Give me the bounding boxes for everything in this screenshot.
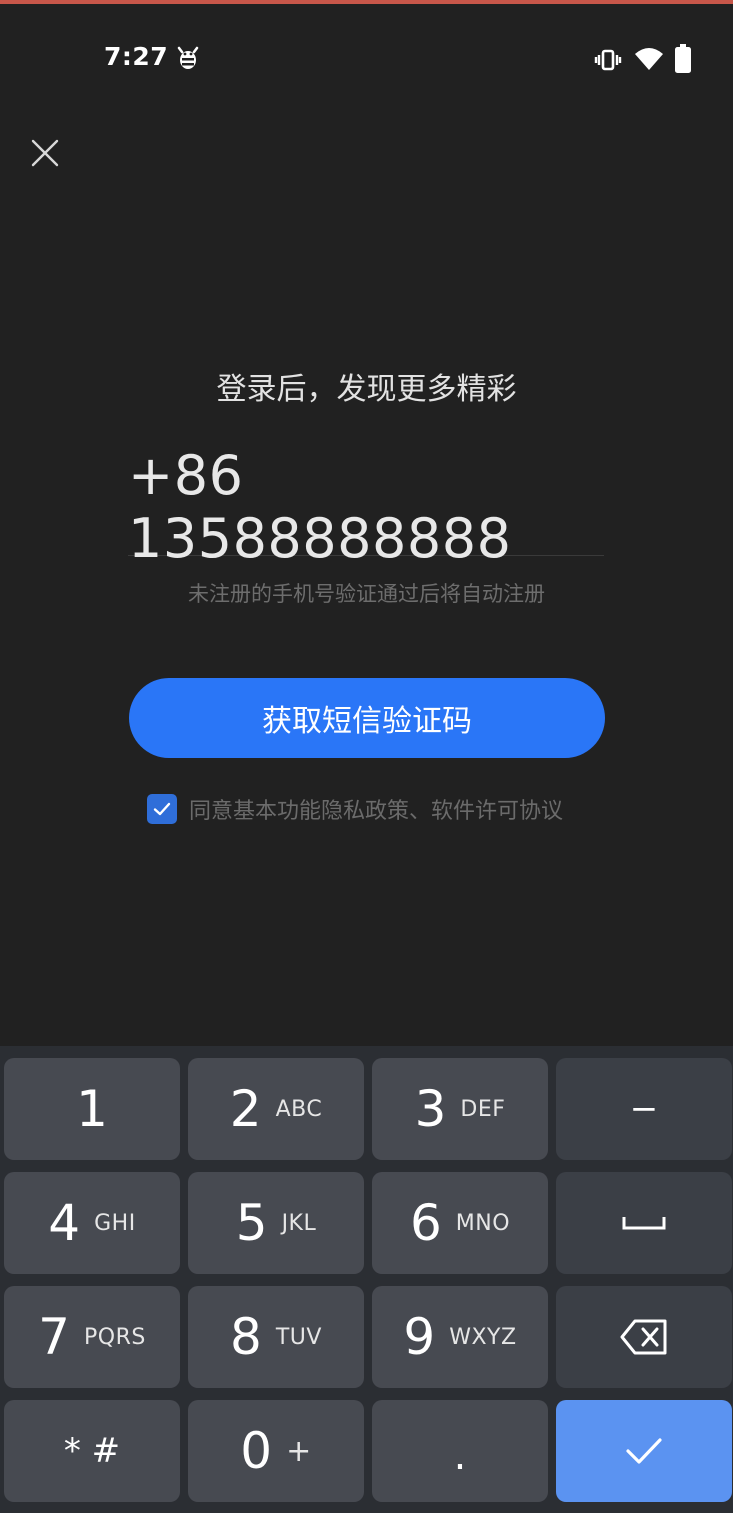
backspace-icon [620,1319,667,1355]
key-5[interactable]: 5 JKL [188,1172,364,1274]
key-symbol: . [453,1433,467,1479]
key-letters: ABC [275,1096,323,1122]
key-letters: DEF [460,1096,506,1122]
battery-icon [675,44,691,73]
key-9[interactable]: 9 WXYZ [372,1286,548,1388]
phone-input[interactable]: +86 13588888888 [128,444,604,570]
key-8[interactable]: 8 TUV [188,1286,364,1388]
agreement-row: 同意基本功能隐私政策、软件许可协议 [147,792,563,826]
key-digit: 3 [414,1080,447,1138]
key-space[interactable] [556,1172,732,1274]
key-letters: JKL [281,1210,317,1236]
key-letters: PQRS [83,1324,146,1350]
close-button[interactable] [22,130,68,176]
key-4[interactable]: 4 GHI [4,1172,180,1274]
vibrate-icon [594,49,622,71]
key-0[interactable]: 0 + [188,1400,364,1502]
key-7[interactable]: 7 PQRS [4,1286,180,1388]
key-backspace[interactable] [556,1286,732,1388]
close-icon [31,139,59,167]
key-period[interactable]: . [372,1400,548,1502]
key-symbol: − [629,1089,659,1129]
key-3[interactable]: 3 DEF [372,1058,548,1160]
key-digit: 6 [409,1194,442,1252]
key-digit: 8 [230,1308,262,1366]
key-1[interactable]: 1 [4,1058,180,1160]
key-star-hash[interactable]: * # [4,1400,180,1502]
agreement-text[interactable]: 同意基本功能隐私政策、软件许可协议 [189,793,563,825]
debug-icon [177,46,199,69]
key-done[interactable] [556,1400,732,1502]
key-digit: 5 [235,1194,268,1252]
login-screen: 7:27 登录后，发现更多精彩 +86 13588888888 未注册的手机号验… [0,0,733,1513]
registration-hint: 未注册的手机号验证通过后将自动注册 [188,582,545,606]
key-digit: 2 [229,1080,262,1138]
phone-input-value: +86 13588888888 [128,443,512,570]
key-letters: + [286,1433,312,1469]
key-symbol: * # [63,1431,121,1471]
key-digit: 0 [240,1422,273,1480]
key-letters: GHI [94,1210,136,1236]
key-6[interactable]: 6 MNO [372,1172,548,1274]
key-digit: 9 [403,1308,436,1366]
key-minus[interactable]: − [556,1058,732,1160]
page-headline: 登录后，发现更多精彩 [216,372,517,407]
key-letters: MNO [455,1210,511,1236]
get-sms-code-button[interactable]: 获取短信验证码 [129,678,605,758]
check-icon [626,1438,662,1464]
status-time: 7:27 [104,42,169,71]
space-icon [622,1217,666,1230]
key-letters: WXYZ [449,1324,517,1350]
key-letters: TUV [275,1324,322,1350]
key-digit: 7 [38,1308,70,1366]
key-digit: 4 [48,1194,81,1252]
key-2[interactable]: 2 ABC [188,1058,364,1160]
agreement-checkbox[interactable] [147,794,177,824]
checkmark-icon [153,802,171,816]
status-bar: 7:27 [0,4,733,104]
numeric-keyboard: 1 2 ABC 3 DEF − 4 GHI 5 JKL 6 MNO 7 PQRS… [0,1046,733,1513]
wifi-icon [635,48,663,70]
key-digit: 1 [76,1080,108,1138]
